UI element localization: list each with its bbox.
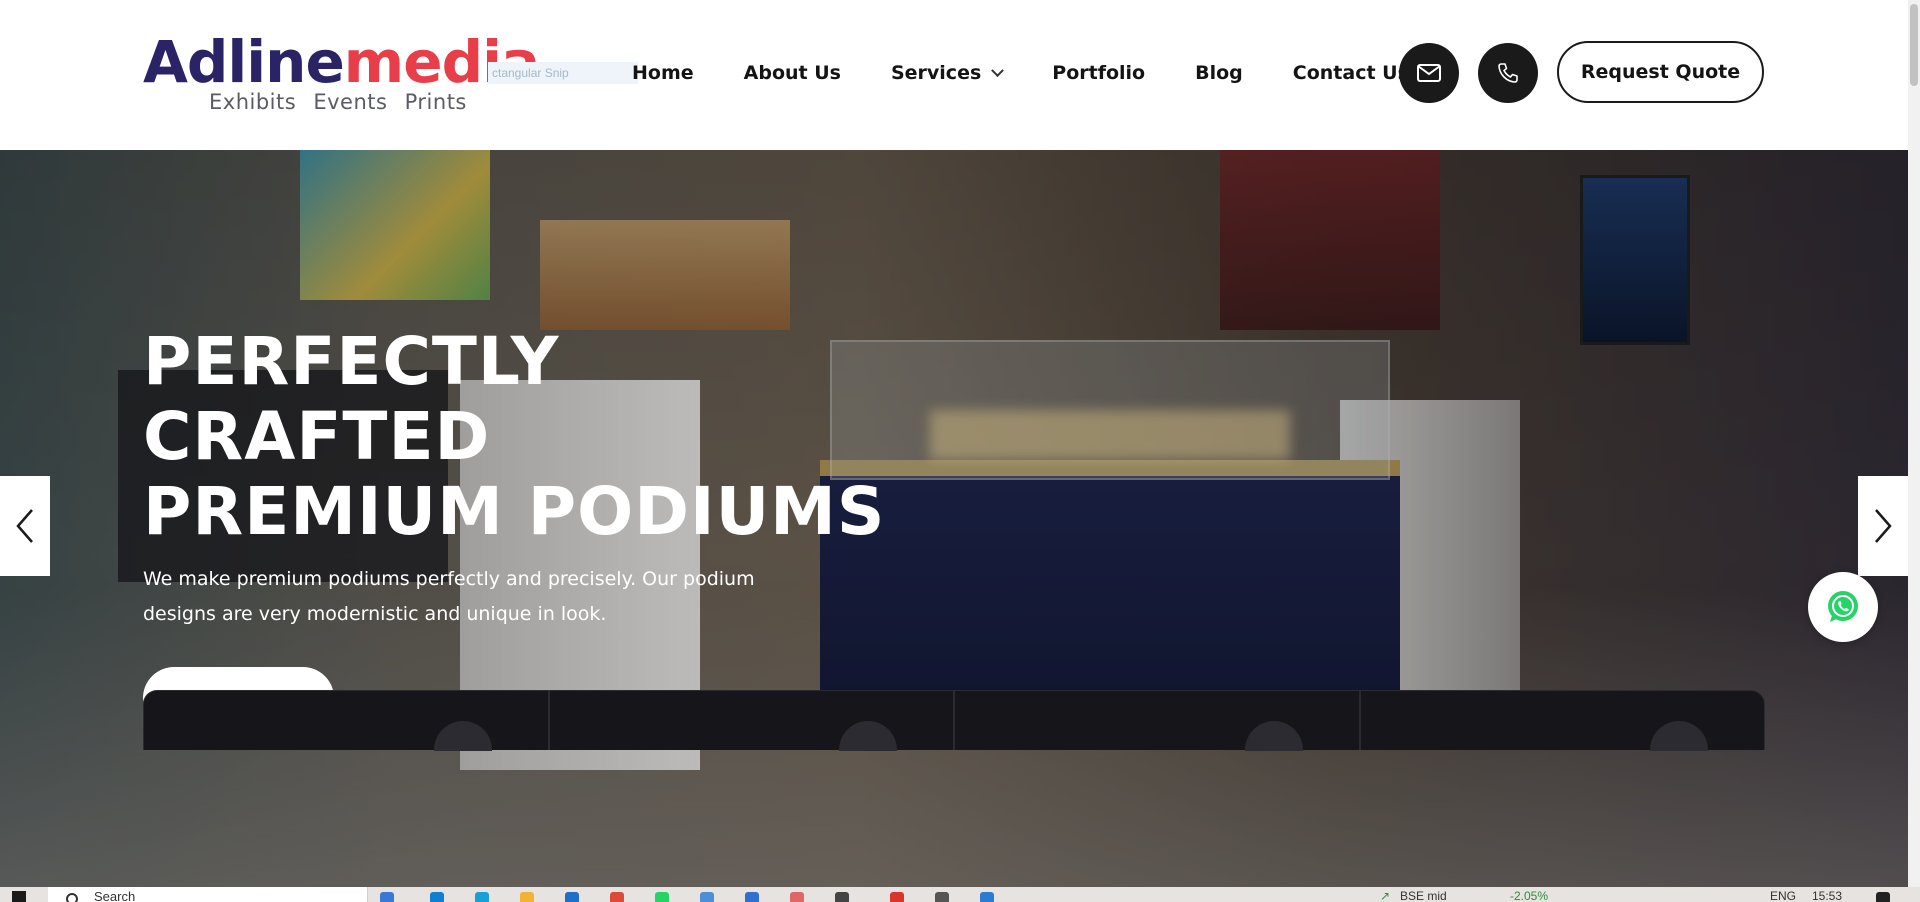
phone-icon [1498,63,1518,83]
language-indicator[interactable]: ENG [1770,889,1796,902]
chevron-right-icon [1875,509,1892,543]
stock-widget-label[interactable]: BSE mid [1400,889,1447,902]
chrome-icon[interactable] [610,892,624,902]
slider-next-button[interactable] [1858,476,1908,576]
card-icon [433,721,492,751]
nav-services[interactable]: Services [891,62,1005,84]
outlook-icon[interactable] [565,892,579,902]
feature-card[interactable] [954,690,1360,751]
browser-icon[interactable] [475,892,489,902]
app-icon[interactable] [700,892,714,902]
card-icon [839,721,897,751]
os-taskbar: Search ↗ BSE mid -2.05% ENG 15:53 [0,887,1920,902]
envelope-icon [1417,64,1441,82]
windows-start-icon[interactable] [12,891,26,902]
nav-portfolio[interactable]: Portfolio [1052,62,1145,84]
app-icon[interactable] [835,892,849,902]
feature-card[interactable] [548,690,954,751]
phone-button[interactable] [1478,43,1538,103]
request-quote-button[interactable]: Request Quote [1557,41,1764,103]
scrollbar-thumb[interactable] [1910,4,1918,86]
snip-tool-overlay: ctangular Snip [488,62,638,84]
nav-home[interactable]: Home [632,62,694,84]
notification-icon[interactable] [1876,892,1890,902]
email-button[interactable] [1399,43,1459,103]
vscode-icon[interactable] [980,892,994,902]
hero-title-line: PREMIUM PODIUMS [143,473,886,550]
feature-cards [143,690,1765,751]
card-icon [1650,721,1708,751]
hero-title-line: CRAFTED [143,398,491,475]
brand-logo[interactable]: Adlinemedia Exhibits Events Prints [143,30,540,120]
task-view-icon[interactable] [380,892,394,902]
taskbar-clock[interactable]: 15:53 [1812,889,1842,902]
chrome-active-icon[interactable] [890,892,904,902]
main-nav: Home About Us Services Portfolio Blog Co… [632,56,1409,90]
slider-prev-button[interactable] [0,476,50,576]
site-header: Adlinemedia Exhibits Events Prints ctang… [0,0,1908,150]
hero-title-line: PERFECTLY [143,323,560,400]
app-icon[interactable] [790,892,804,902]
feature-card[interactable] [1359,690,1765,751]
hero-title: PERFECTLY CRAFTED PREMIUM PODIUMS [143,323,886,550]
card-icon [1244,721,1303,751]
nav-blog[interactable]: Blog [1195,62,1243,84]
page-scrollbar[interactable] [1908,0,1920,887]
edge-icon[interactable] [430,892,444,902]
logo-wordmark: Adlinemedia [143,28,540,96]
search-icon [66,893,78,902]
whatsapp-taskbar-icon[interactable] [655,892,669,902]
stock-widget-arrow: ↗ [1380,889,1391,902]
stock-widget-change: -2.05% [1510,889,1549,902]
chevron-down-icon [991,63,1005,77]
nav-contact-us[interactable]: Contact Us [1293,62,1409,84]
taskbar-search-placeholder: Search [94,889,136,902]
nav-about-us[interactable]: About Us [744,62,841,84]
chevron-left-icon [16,509,33,543]
folder-icon[interactable] [520,892,534,902]
hero-slider: PERFECTLY CRAFTED PREMIUM PODIUMS We mak… [0,150,1908,887]
word-icon[interactable] [745,892,759,902]
whatsapp-icon [1828,591,1858,622]
whatsapp-button[interactable] [1808,572,1878,642]
logo-tagline: Exhibits Events Prints [209,90,467,114]
hero-description: We make premium podiums perfectly and pr… [143,568,755,625]
feature-card[interactable] [143,690,549,751]
app-icon[interactable] [935,892,949,902]
